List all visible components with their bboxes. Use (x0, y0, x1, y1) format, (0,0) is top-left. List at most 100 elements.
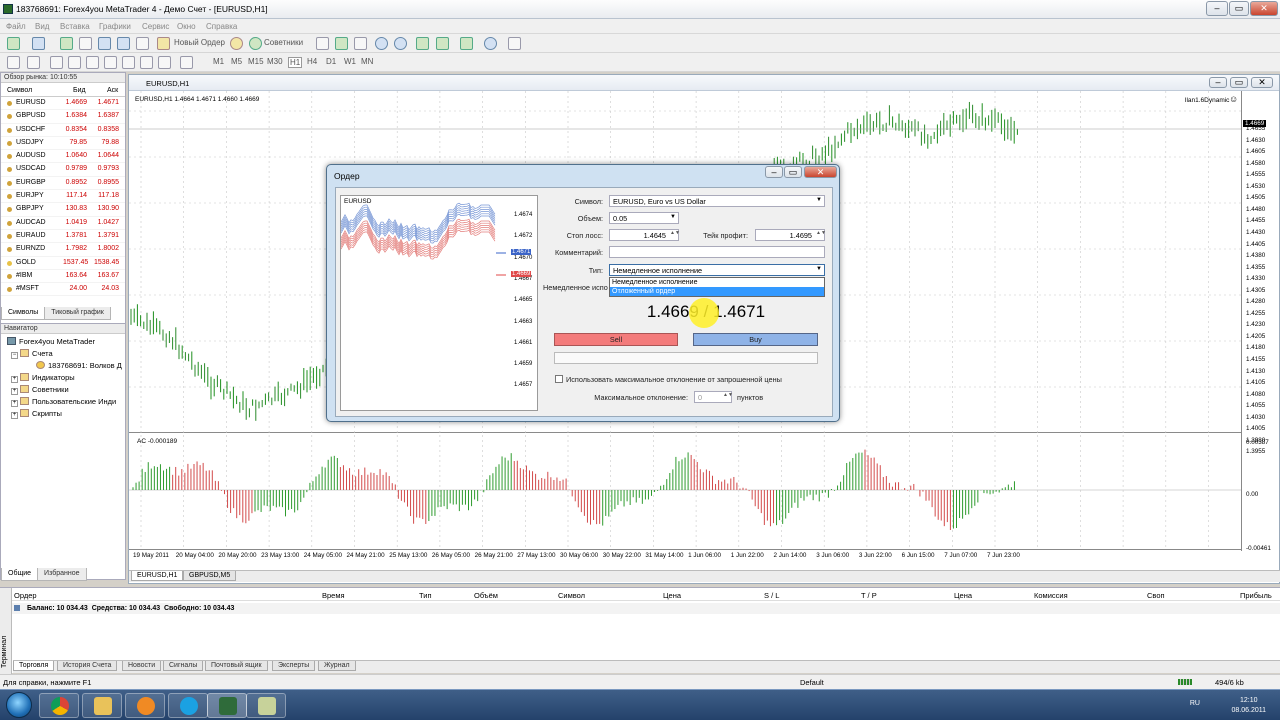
tf-h4[interactable]: H4 (307, 57, 317, 66)
tf-m30[interactable]: M30 (267, 57, 283, 66)
market-watch-row[interactable]: GOLD 1537.45 1538.45 (1, 257, 125, 270)
line-chart-icon[interactable] (354, 37, 367, 50)
market-watch-icon[interactable] (60, 37, 73, 50)
bar-chart-icon[interactable] (316, 37, 329, 50)
taskbar-chrome[interactable] (39, 693, 79, 718)
minimize-button[interactable]: – (1206, 1, 1228, 16)
market-watch-row[interactable]: EURNZD 1.7982 1.8002 (1, 243, 125, 257)
type-select[interactable]: Немедленное исполнение ▼ (609, 264, 825, 276)
volume-select[interactable]: 0.05 ▼ (609, 212, 679, 224)
menu-insert[interactable]: Вставка (60, 22, 90, 31)
dialog-minimize-button[interactable]: – (765, 166, 783, 178)
menu-view[interactable]: Вид (35, 22, 49, 31)
horizontal-line-icon[interactable] (68, 56, 81, 69)
col-symbol[interactable]: Символ (7, 87, 32, 94)
spin-icon[interactable]: ▲▼ (816, 231, 826, 239)
nav-indicators[interactable]: + Индикаторы (11, 373, 75, 383)
tf-d1[interactable]: D1 (326, 57, 336, 66)
tf-m15[interactable]: M15 (248, 57, 264, 66)
col-time[interactable]: Время (322, 591, 345, 600)
market-watch-row[interactable]: #MSFT 24.00 24.03 (1, 283, 125, 297)
col-commission[interactable]: Комиссия (1034, 591, 1068, 600)
col-symbol[interactable]: Символ (558, 591, 585, 600)
nav-account[interactable]: 183768691: Волков Д (36, 361, 122, 370)
balance-row[interactable]: Баланс: 10 034.43 Средства: 10 034.43 Св… (12, 603, 1280, 614)
chart-shift-icon[interactable] (436, 37, 449, 50)
tab-experts[interactable]: Эксперты (272, 661, 316, 671)
nav-scripts[interactable]: + Скрипты (11, 409, 62, 419)
market-watch-row[interactable]: AUDCAD 1.0419 1.0427 (1, 217, 125, 230)
col-profit[interactable]: Прибыль (1240, 591, 1272, 600)
menu-file[interactable]: Файл (6, 22, 26, 31)
tab-tick-chart[interactable]: Тиковый график (44, 307, 111, 320)
option-pending[interactable]: Отложенный ордер (610, 287, 824, 296)
trendline-icon[interactable] (86, 56, 99, 69)
dialog-close-button[interactable]: ✕ (804, 166, 837, 178)
col-swap[interactable]: Своп (1147, 591, 1165, 600)
zoom-out-icon[interactable] (394, 37, 407, 50)
new-chart-icon[interactable] (7, 37, 20, 50)
tab-history[interactable]: История Счета (57, 661, 118, 671)
label-icon[interactable] (158, 56, 171, 69)
chart-minimize-button[interactable]: – (1209, 77, 1227, 88)
new-order-icon[interactable] (157, 37, 170, 50)
chart-restore-button[interactable]: ▭ (1230, 77, 1248, 88)
start-button[interactable] (6, 692, 32, 718)
cursor-icon[interactable] (7, 56, 20, 69)
market-watch-row[interactable]: GBPUSD 1.6384 1.6387 (1, 110, 125, 124)
menu-tools[interactable]: Сервис (142, 22, 169, 31)
tab-mailbox[interactable]: Почтовый ящик (205, 661, 268, 671)
tab-symbols[interactable]: Символы (1, 307, 46, 320)
market-watch-row[interactable]: #IBM 163.64 163.67 (1, 270, 125, 284)
market-watch-row[interactable]: USDJPY 79.85 79.88 (1, 137, 125, 151)
col-price2[interactable]: Цена (954, 591, 972, 600)
experts-icon[interactable] (249, 37, 262, 50)
crosshair-icon[interactable] (27, 56, 40, 69)
market-watch-row[interactable]: EURUSD 1.4669 1.4671 (1, 97, 125, 111)
symbol-select[interactable]: EURUSD, Euro vs US Dollar ▼ (609, 195, 825, 207)
taskbar-media[interactable] (125, 693, 165, 718)
tf-w1[interactable]: W1 (344, 57, 356, 66)
market-watch-row[interactable]: USDCAD 0.9789 0.9793 (1, 163, 125, 177)
menu-window[interactable]: Окно (177, 22, 196, 31)
auto-scroll-icon[interactable] (416, 37, 429, 50)
tab-favorites[interactable]: Избранное (37, 568, 87, 581)
taskbar-metatrader[interactable] (207, 693, 247, 718)
option-instant[interactable]: Немедленное исполнение (610, 278, 824, 287)
col-sl[interactable]: S / L (764, 591, 779, 600)
metaeditor-icon[interactable] (230, 37, 243, 50)
col-price[interactable]: Цена (663, 591, 681, 600)
col-order[interactable]: Ордер (14, 591, 37, 600)
menu-help[interactable]: Справка (206, 22, 237, 31)
nav-custom[interactable]: + Пользовательские Инди (11, 397, 116, 407)
tf-m1[interactable]: M1 (213, 57, 224, 66)
tf-mn[interactable]: MN (361, 57, 373, 66)
taskbar-skype[interactable] (168, 693, 208, 718)
chart-tab-eurusd[interactable]: EURUSD,H1 (131, 571, 184, 581)
taskbar-explorer[interactable] (82, 693, 122, 718)
nav-root[interactable]: Forex4you MetaTrader (7, 337, 95, 346)
experts-button[interactable]: Советники (264, 38, 303, 47)
tab-signals[interactable]: Сигналы (163, 661, 204, 671)
terminal-icon[interactable] (117, 37, 130, 50)
nav-accounts[interactable]: − Счета (11, 349, 53, 359)
market-watch-row[interactable]: EURGBP 0.8952 0.8955 (1, 177, 125, 191)
taskbar-app[interactable] (246, 693, 286, 718)
deviation-checkbox[interactable] (555, 375, 563, 383)
clock[interactable]: 12:10 08.06.2011 (1231, 696, 1266, 716)
channel-icon[interactable] (104, 56, 117, 69)
fibonacci-icon[interactable] (122, 56, 135, 69)
templates-icon[interactable] (508, 37, 521, 50)
tab-journal[interactable]: Журнал (318, 661, 356, 671)
vertical-line-icon[interactable] (50, 56, 63, 69)
stop-loss-field[interactable]: 1.4645 ▲▼ (609, 229, 680, 241)
tab-trade[interactable]: Торговля (13, 661, 55, 671)
col-ask[interactable]: Аск (107, 87, 118, 94)
maximize-button[interactable]: ▭ (1229, 1, 1249, 16)
periods-icon[interactable] (484, 37, 497, 50)
chart-tab-gbpusd[interactable]: GBPUSD,M5 (183, 571, 237, 581)
max-deviation-field[interactable]: 0 ▲▼ (694, 391, 733, 403)
ac-indicator[interactable]: AC -0.000189 (129, 435, 1241, 549)
take-profit-field[interactable]: 1.4695 ▲▼ (755, 229, 826, 241)
col-volume[interactable]: Объём (474, 591, 498, 600)
